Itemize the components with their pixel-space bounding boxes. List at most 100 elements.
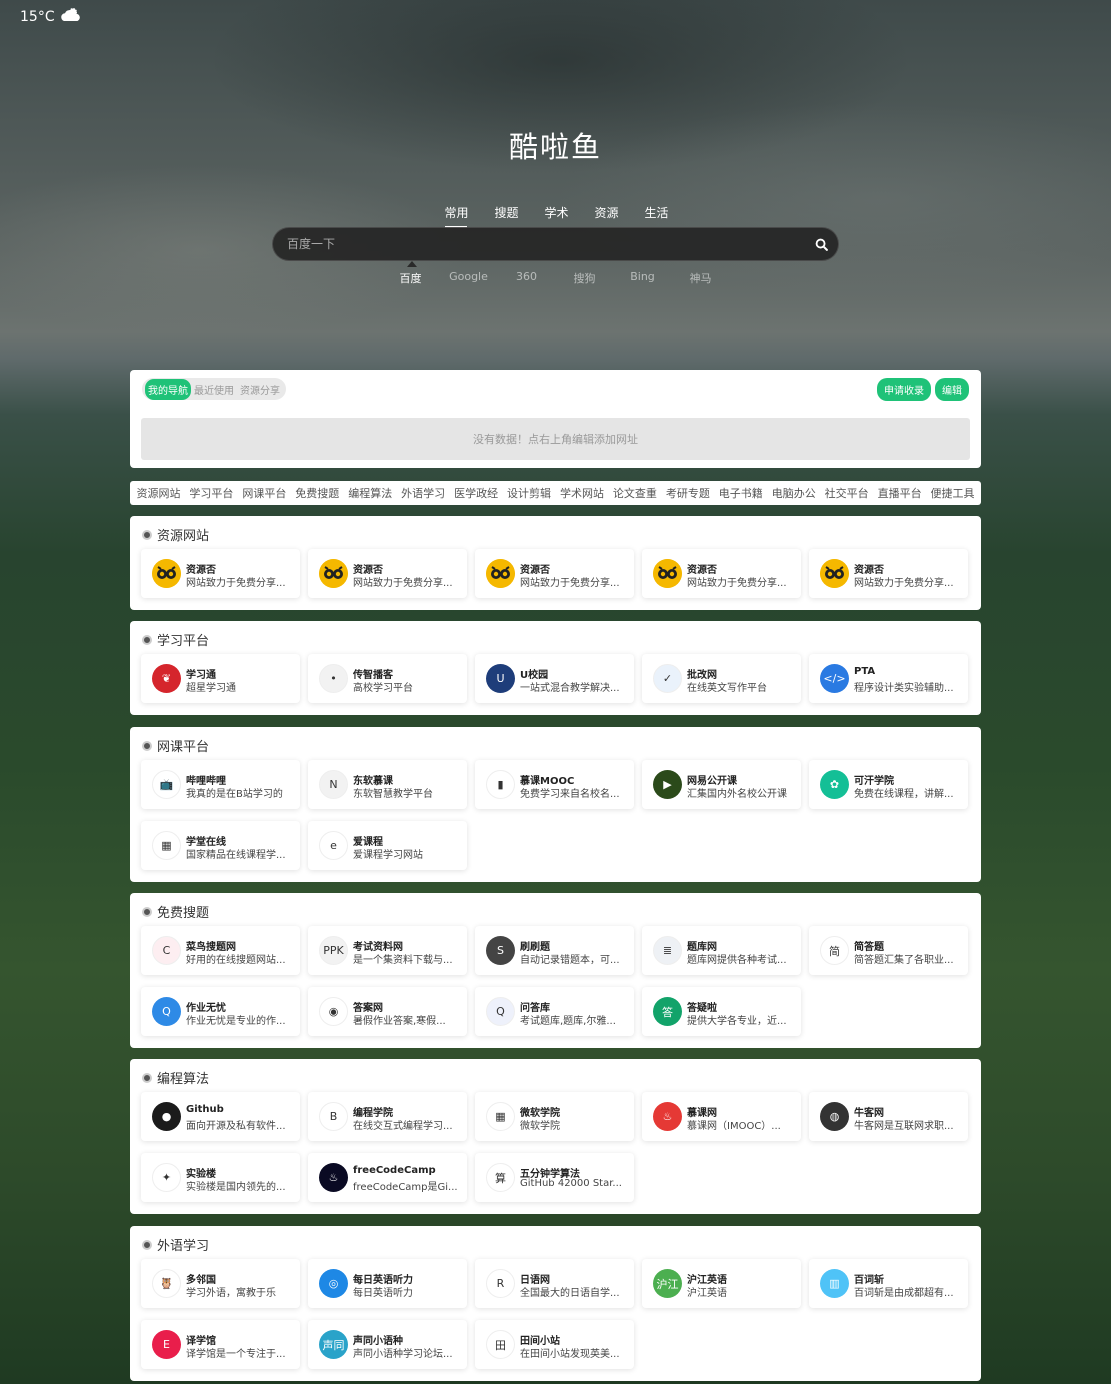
- site-card[interactable]: ✦ 实验楼 实验楼是国内领先的...: [141, 1153, 300, 1202]
- site-card[interactable]: 田田间小站 在田间小站发现英美...: [475, 1320, 634, 1369]
- site-card[interactable]: 声同 声同小语种 声同小语种学习论坛...: [308, 1320, 467, 1369]
- search-engine-tab[interactable]: 360: [498, 270, 556, 286]
- weather-widget[interactable]: 15°C: [20, 7, 82, 27]
- site-card[interactable]: ● Github 面向开源及私有软件...: [141, 1092, 300, 1141]
- site-card[interactable]: PPK 考试资料网 是一个集资料下载与...: [308, 926, 467, 975]
- site-card[interactable]: ◎ 每日英语听力 每日英语听力: [308, 1259, 467, 1308]
- site-description: 网站致力于免费分享...: [520, 578, 620, 589]
- nav-item[interactable]: 电脑办公: [772, 485, 816, 501]
- search-bar: [272, 227, 839, 261]
- nav-item[interactable]: 便捷工具: [931, 485, 975, 501]
- site-card[interactable]: ▥ 百词斩 百词斩是由成都超有...: [809, 1259, 968, 1308]
- search-button[interactable]: [804, 227, 838, 261]
- site-card[interactable]: ✓ 批改网 在线英文写作平台: [642, 654, 801, 703]
- site-card[interactable]: 资源否 网站致力于免费分享...: [308, 549, 467, 598]
- nav-item[interactable]: 直播平台: [878, 485, 922, 501]
- site-card[interactable]: Q 作业无忧 作业无忧是专业的作...: [141, 987, 300, 1036]
- site-card[interactable]: ❦ 学习通 超星学习通: [141, 654, 300, 703]
- tab-my-navigation[interactable]: 我的导航: [145, 378, 191, 400]
- site-card[interactable]: ▦ 学堂在线 国家精品在线课程学...: [141, 821, 300, 870]
- nav-item[interactable]: 免费搜题: [295, 485, 339, 501]
- resource-icon: [653, 559, 682, 588]
- site-card[interactable]: C 菜鸟搜题网 好用的在线搜题网站...: [141, 926, 300, 975]
- nav-item[interactable]: 医学政经: [454, 485, 498, 501]
- site-card[interactable]: 📺 哔哩哔哩 我真的是在B站学习的: [141, 760, 300, 809]
- site-card[interactable]: ✿ 可汗学院 免费在线课程，讲解...: [809, 760, 968, 809]
- search-engine-tab[interactable]: Bing: [614, 270, 672, 286]
- site-card[interactable]: ◉ 答案网 暑假作业答案,寒假...: [308, 987, 467, 1036]
- tab-recent[interactable]: 最近使用: [191, 379, 237, 400]
- nav-item[interactable]: 学习平台: [189, 485, 233, 501]
- site-description: 一站式混合教学解决...: [520, 683, 620, 694]
- site-card[interactable]: • 传智播客 高校学习平台: [308, 654, 467, 703]
- site-card[interactable]: Q 问答库 考试题库,题库,尔雅...: [475, 987, 634, 1036]
- site-card[interactable]: e 爱课程 爱课程学习网站: [308, 821, 467, 870]
- site-card[interactable]: </> PTA 程序设计类实验辅助...: [809, 654, 968, 703]
- site-description: 好用的在线搜题网站...: [186, 955, 286, 966]
- site-card[interactable]: 答答疑啦 提供大学各专业，近...: [642, 987, 801, 1036]
- site-card[interactable]: ≣ 题库网 题库网提供各种考试...: [642, 926, 801, 975]
- site-card[interactable]: ▮ 慕课MOOC 免费学习来自名校名...: [475, 760, 634, 809]
- baicizhan-icon: ▥: [820, 1269, 849, 1298]
- site-description: 提供大学各专业，近...: [687, 1016, 787, 1027]
- site-card[interactable]: E 译学馆 译学馆是一个专注于...: [141, 1320, 300, 1369]
- site-card[interactable]: R 日语网 全国最大的日语自学...: [475, 1259, 634, 1308]
- site-card[interactable]: 资源否 网站致力于免费分享...: [809, 549, 968, 598]
- ppkao-icon: PPK: [319, 936, 348, 965]
- section-title: 免费搜题: [142, 902, 209, 921]
- site-description: 沪江英语: [687, 1288, 727, 1299]
- tab-resource-share[interactable]: 资源分享: [237, 379, 283, 400]
- nav-item[interactable]: 学术网站: [560, 485, 604, 501]
- site-card[interactable]: ▦ 微软学院 微软学院: [475, 1092, 634, 1141]
- search-engine-tab[interactable]: Google: [440, 270, 498, 286]
- nav-item[interactable]: 外语学习: [401, 485, 445, 501]
- search-engine-tab[interactable]: 神马: [672, 270, 730, 286]
- section-card: 网课平台 📺 哔哩哔哩 我真的是在B站学习的 N 东软慕课 东软智慧教学平台 ▮ 慕课MOOC 免…: [130, 727, 981, 882]
- site-card[interactable]: 简简答题 简答题汇集了各职业...: [809, 926, 968, 975]
- biancheng-icon: B: [319, 1102, 348, 1131]
- nav-item[interactable]: 设计剪辑: [507, 485, 551, 501]
- nav-item[interactable]: 社交平台: [825, 485, 869, 501]
- search-engine-tab[interactable]: 搜狗: [556, 270, 614, 286]
- search-input[interactable]: [273, 237, 804, 251]
- icourse-icon: e: [319, 831, 348, 860]
- nav-item[interactable]: 编程算法: [348, 485, 392, 501]
- site-description: 考试题库,题库,尔雅...: [520, 1016, 616, 1027]
- search-category-tab[interactable]: 常用: [444, 204, 469, 228]
- site-card[interactable]: ▶ 网易公开课 汇集国内外名校公开课: [642, 760, 801, 809]
- site-card[interactable]: ◍ 牛客网 牛客网是互联网求职...: [809, 1092, 968, 1141]
- site-card[interactable]: N 东软慕课 东软智慧教学平台: [308, 760, 467, 809]
- site-description: 每日英语听力: [353, 1288, 413, 1299]
- site-card[interactable]: 资源否 网站致力于免费分享...: [475, 549, 634, 598]
- submit-site-button[interactable]: 申请收录: [877, 378, 931, 401]
- site-description: 东软智慧教学平台: [353, 789, 433, 800]
- site-card[interactable]: 沪江 沪江英语 沪江英语: [642, 1259, 801, 1308]
- site-card[interactable]: B 编程学院 在线交互式编程学习...: [308, 1092, 467, 1141]
- search-category-tab[interactable]: 生活: [645, 204, 669, 225]
- site-card[interactable]: 资源否 网站致力于免费分享...: [141, 549, 300, 598]
- search-category-tab[interactable]: 资源: [595, 204, 619, 225]
- nav-item[interactable]: 考研专题: [666, 485, 710, 501]
- edit-button[interactable]: 编辑: [935, 378, 969, 401]
- site-card[interactable]: 算五分钟学算法 GitHub 42000 Star...: [475, 1153, 634, 1202]
- site-card[interactable]: ♨ freeCodeCamp freeCodeCamp是Gi...: [308, 1153, 467, 1202]
- site-card[interactable]: ♨ 慕课网 慕课网（IMOOC）...: [642, 1092, 801, 1141]
- nav-item[interactable]: 电子书籍: [719, 485, 763, 501]
- search-engine-tab[interactable]: 百度: [382, 261, 440, 286]
- site-description: 高校学习平台: [353, 683, 413, 694]
- khan-icon: ✿: [820, 770, 849, 799]
- site-card[interactable]: S 刷刷题 自动记录错题本，可...: [475, 926, 634, 975]
- site-description: 微软学院: [520, 1121, 560, 1132]
- site-card[interactable]: 资源否 网站致力于免费分享...: [642, 549, 801, 598]
- nav-item[interactable]: 资源网站: [136, 485, 180, 501]
- section-title-text: 网课平台: [157, 740, 210, 755]
- site-description: 免费在线课程，讲解...: [854, 789, 954, 800]
- search-category-tab[interactable]: 搜题: [495, 204, 519, 225]
- nav-item[interactable]: 网课平台: [242, 485, 286, 501]
- nowcoder-icon: ◍: [820, 1102, 849, 1131]
- site-description: 暑假作业答案,寒假...: [353, 1016, 446, 1027]
- search-category-tab[interactable]: 学术: [545, 204, 569, 225]
- nav-item[interactable]: 论文查重: [613, 485, 657, 501]
- site-card[interactable]: U U校园 一站式混合教学解决...: [475, 654, 634, 703]
- site-card[interactable]: 🦉 多邻国 学习外语，寓教于乐: [141, 1259, 300, 1308]
